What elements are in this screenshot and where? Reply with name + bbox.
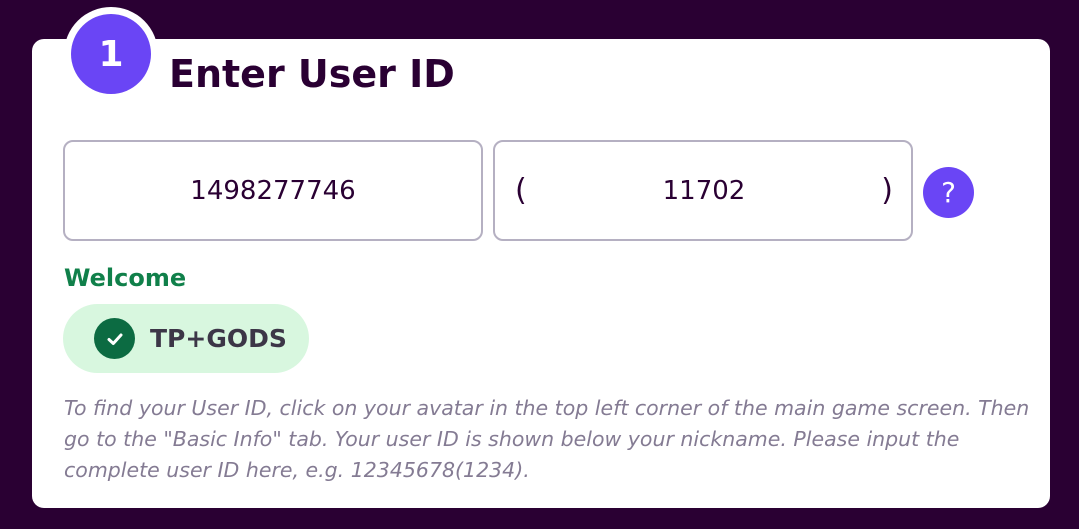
step-number-badge: 1 <box>71 14 151 94</box>
user-id-value: 1498277746 <box>190 175 356 206</box>
check-circle-icon <box>94 318 135 359</box>
server-id-value: 11702 <box>662 175 746 206</box>
instructions-text: To find your User ID, click on your avat… <box>64 396 1030 482</box>
open-paren: ( <box>515 173 527 208</box>
section-title: Enter User ID <box>169 52 455 96</box>
welcome-label: Welcome <box>64 264 187 292</box>
player-nickname: TP+GODS <box>150 324 287 353</box>
user-id-field[interactable]: 1498277746 <box>63 140 483 241</box>
verified-user-badge: TP+GODS <box>63 304 309 373</box>
server-id-field[interactable]: ( 11702 ) <box>493 140 913 241</box>
help-question-icon[interactable]: ? <box>923 167 974 218</box>
close-paren: ) <box>881 173 893 208</box>
